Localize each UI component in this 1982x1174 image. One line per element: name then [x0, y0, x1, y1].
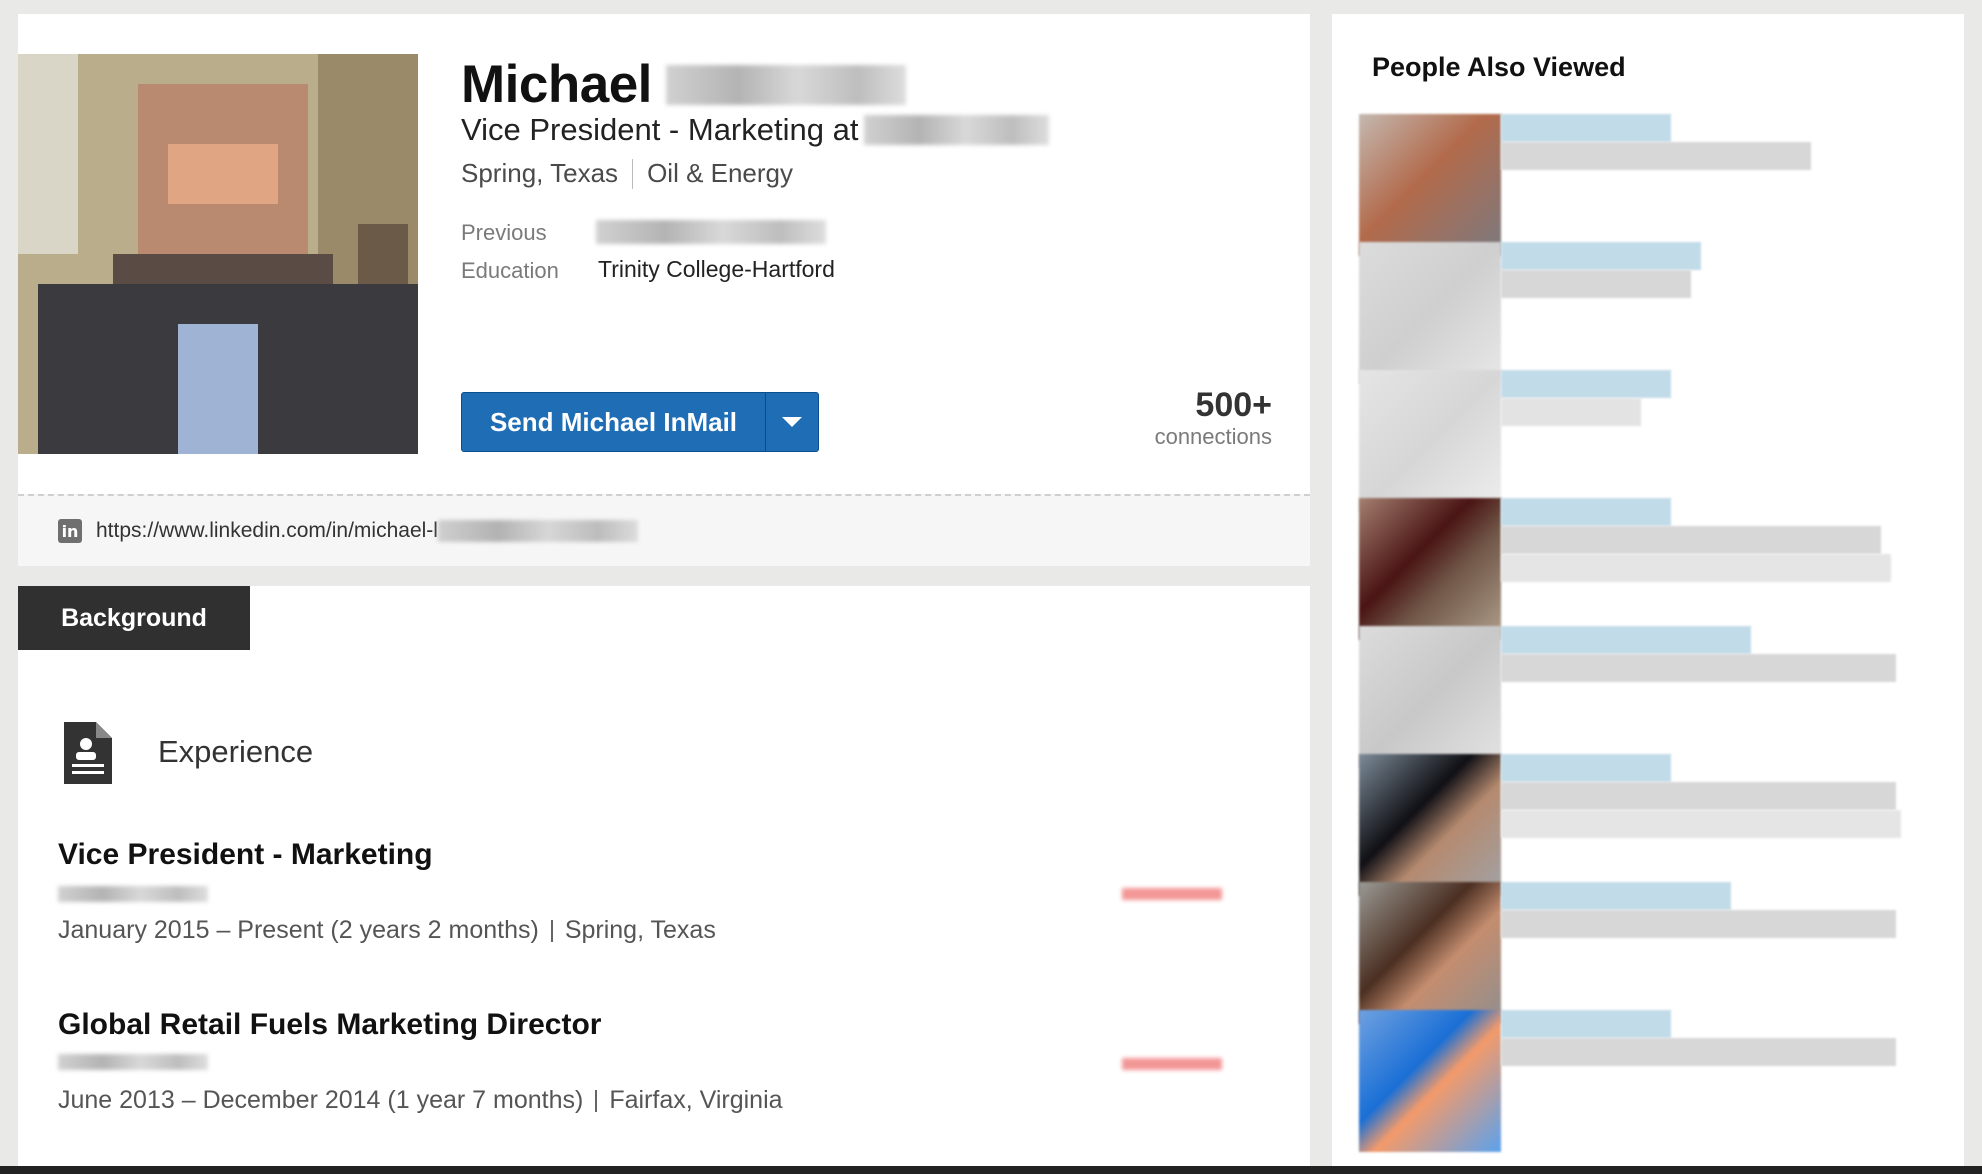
profile-card: Michael Vice President - Marketing at Sp… — [18, 14, 1310, 566]
job-location: Fairfax, Virginia — [609, 1086, 783, 1114]
profile-location-industry: Spring, Texas Oil & Energy — [461, 158, 793, 189]
redacted-company — [58, 886, 208, 902]
document-icon — [64, 722, 112, 784]
redacted-company-logo — [1122, 1058, 1222, 1070]
public-profile-url[interactable]: https://www.linkedin.com/in/michael-l — [96, 519, 438, 543]
redacted-company — [58, 1054, 208, 1070]
avatar[interactable] — [1359, 498, 1501, 640]
list-item[interactable] — [1359, 754, 1949, 896]
redacted-company — [864, 115, 1050, 145]
headline-text: Vice President - Marketing at — [461, 112, 859, 147]
list-item[interactable] — [1359, 114, 1949, 256]
profile-location[interactable]: Spring, Texas — [461, 158, 618, 189]
list-item[interactable] — [1359, 370, 1949, 512]
experience-heading: Experience — [158, 734, 314, 769]
education-label: Education — [461, 258, 559, 283]
redacted-headline — [1501, 526, 1881, 554]
previous-label: Previous — [461, 220, 547, 245]
redacted-last-name — [665, 64, 906, 105]
list-item[interactable] — [1359, 1010, 1949, 1152]
redacted-location — [1501, 810, 1901, 838]
linkedin-icon: in — [58, 519, 82, 543]
bottom-bar — [0, 1166, 1982, 1174]
profile-headline: Vice President - Marketing at — [461, 112, 1050, 148]
job-title[interactable]: Global Retail Fuels Marketing Director — [58, 1008, 601, 1042]
divider — [595, 1089, 598, 1112]
list-item[interactable] — [1359, 242, 1949, 384]
list-item[interactable] — [1359, 498, 1949, 640]
job-dates-location: June 2013 – December 2014 (1 year 7 mont… — [58, 1086, 783, 1115]
redacted-headline — [1501, 782, 1896, 810]
background-section: Background Experience Vice President - M… — [18, 586, 1310, 1174]
divider — [550, 919, 553, 942]
redacted-name[interactable] — [1501, 114, 1671, 142]
redacted-name[interactable] — [1501, 498, 1671, 526]
people-also-viewed-panel: People Also Viewed — [1332, 14, 1964, 1174]
redacted-company-logo — [1122, 888, 1222, 900]
public-profile-url-bar: in https://www.linkedin.com/in/michael-l — [18, 494, 1310, 566]
avatar[interactable] — [1359, 114, 1501, 256]
connections-label: connections — [1154, 424, 1272, 449]
redacted-headline — [1501, 142, 1811, 170]
profile-photo[interactable] — [18, 54, 418, 454]
redacted-name[interactable] — [1501, 370, 1671, 398]
send-inmail-button[interactable]: Send Michael InMail — [461, 392, 819, 452]
job-dates: January 2015 – Present (2 years 2 months… — [58, 916, 539, 944]
avatar[interactable] — [1359, 754, 1501, 896]
redacted-headline — [1501, 1038, 1896, 1066]
redacted-headline — [1501, 270, 1691, 298]
profile-first-name: Michael — [461, 55, 652, 114]
redacted-name[interactable] — [1501, 242, 1701, 270]
redacted-headline — [1501, 654, 1896, 682]
redacted-headline — [1501, 910, 1896, 938]
inmail-dropdown-toggle[interactable] — [766, 393, 818, 451]
redacted-name[interactable] — [1501, 626, 1751, 654]
list-item[interactable] — [1359, 882, 1949, 1024]
redacted-name[interactable] — [1501, 754, 1671, 782]
avatar[interactable] — [1359, 242, 1501, 384]
avatar[interactable] — [1359, 1010, 1501, 1152]
people-also-viewed-title: People Also Viewed — [1372, 52, 1626, 82]
job-location: Spring, Texas — [564, 916, 716, 944]
education-value[interactable]: Trinity College-Hartford — [598, 256, 835, 283]
redacted-url-tail — [437, 520, 638, 542]
connections-count: 500+ — [1195, 386, 1272, 424]
job-title[interactable]: Vice President - Marketing — [58, 838, 433, 872]
redacted-location — [1501, 554, 1891, 582]
profile-industry[interactable]: Oil & Energy — [647, 158, 793, 189]
profile-name-row: Michael — [461, 54, 906, 115]
redacted-name[interactable] — [1501, 1010, 1671, 1038]
avatar[interactable] — [1359, 370, 1501, 512]
redacted-headline — [1501, 398, 1641, 426]
job-dates: June 2013 – December 2014 (1 year 7 mont… — [58, 1086, 584, 1114]
redacted-previous — [596, 220, 826, 244]
caret-down-icon — [782, 417, 802, 427]
list-item[interactable] — [1359, 626, 1949, 768]
send-inmail-label[interactable]: Send Michael InMail — [462, 407, 765, 438]
job-dates-location: January 2015 – Present (2 years 2 months… — [58, 916, 716, 945]
avatar[interactable] — [1359, 882, 1501, 1024]
divider — [632, 158, 634, 189]
people-also-viewed-list — [1359, 114, 1949, 1152]
avatar[interactable] — [1359, 626, 1501, 768]
background-tab[interactable]: Background — [18, 586, 250, 650]
redacted-name[interactable] — [1501, 882, 1731, 910]
